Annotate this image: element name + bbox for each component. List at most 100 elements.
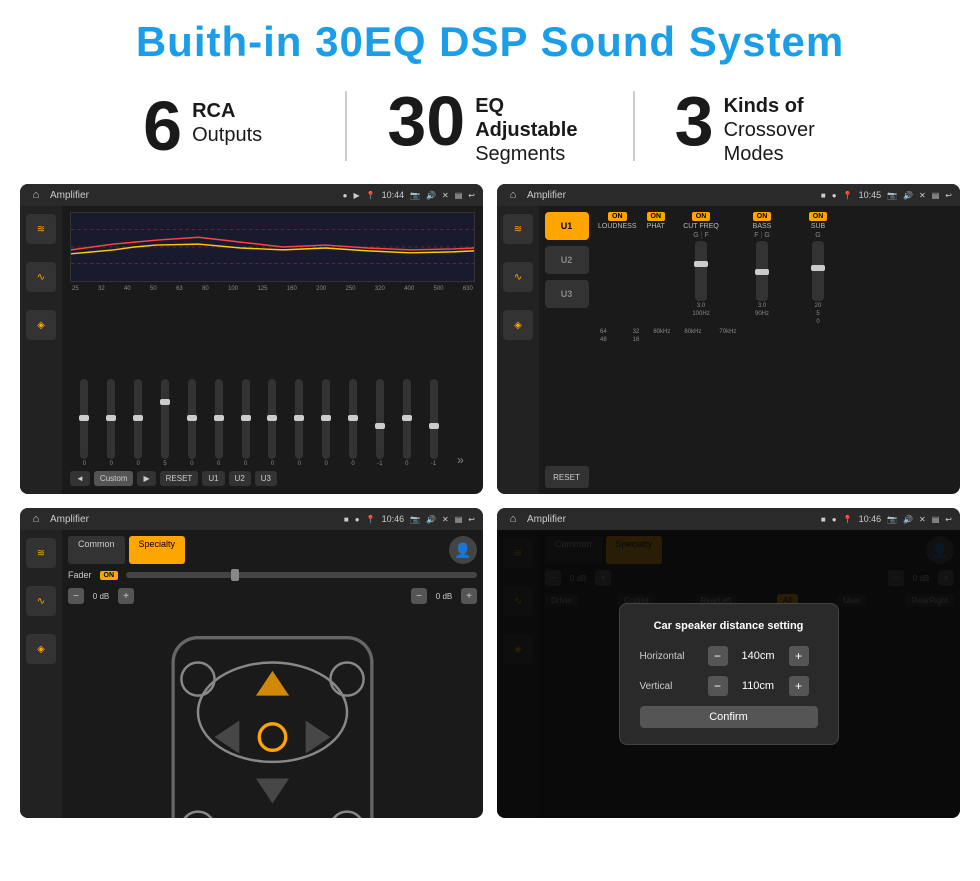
bass-slider[interactable] [756, 241, 768, 301]
speaker-side-controls: ≋ ∿ ◈ [20, 530, 62, 818]
vertical-plus-btn[interactable]: + [789, 676, 809, 696]
speaker-eq-btn2[interactable]: ≋ [26, 538, 56, 568]
speaker-main-area: Common Specialty 👤 Fader ON − 0 dB [62, 530, 483, 818]
eq-toggle-btn[interactable]: ≋ [26, 214, 56, 244]
stat-label-rca-1: RCA [192, 99, 262, 123]
home-icon-1[interactable]: ⌂ [28, 187, 44, 203]
screen4-time: 10:46 [859, 514, 882, 524]
menu-icon-1[interactable]: ▤ [455, 191, 463, 200]
eq-slider-3: 0 [126, 379, 151, 467]
speaker-expand-btn[interactable]: ◈ [26, 634, 56, 664]
db-minus-3[interactable]: − [411, 588, 427, 604]
car-layout-area: − 0 dB + − 0 dB + [68, 588, 477, 818]
tab-specialty[interactable]: Specialty [129, 536, 186, 564]
stat-eq: 30 EQ Adjustable Segments [347, 86, 632, 166]
back-icon-1[interactable]: ↩ [468, 191, 475, 200]
home-icon-3[interactable]: ⌂ [28, 511, 44, 527]
u3-preset-btn[interactable]: U3 [545, 280, 589, 308]
eq-side-controls: ≋ ∿ ◈ [20, 206, 62, 494]
custom-btn[interactable]: Custom [94, 471, 134, 486]
horizontal-minus-btn[interactable]: − [708, 646, 728, 666]
eq-graph [70, 212, 475, 282]
stat-rca: 6 RCA Outputs [60, 91, 345, 161]
eq-slider-2: 0 [99, 379, 124, 467]
pin-icon-1: 📍 [366, 191, 376, 200]
stat-number-eq: 30 [387, 86, 465, 156]
screen4-title: Amplifier [527, 514, 815, 525]
expand-btn[interactable]: » [448, 453, 473, 467]
reset-btn[interactable]: RESET [160, 471, 199, 486]
home-icon-2[interactable]: ⌂ [505, 187, 521, 203]
speaker-tabs: Common Specialty 👤 [68, 536, 477, 564]
crossover-wave-btn[interactable]: ∿ [503, 262, 533, 292]
close-icon-1[interactable]: ✕ [442, 191, 449, 200]
eq-slider-1: 0 [72, 379, 97, 467]
confirm-button[interactable]: Confirm [640, 706, 818, 728]
speaker-wave-btn2[interactable]: ∿ [26, 586, 56, 616]
fader-on-badge[interactable]: ON [100, 571, 119, 580]
bass-on-badge[interactable]: ON [753, 212, 772, 221]
vertical-minus-btn[interactable]: − [708, 676, 728, 696]
fader-label: Fader [68, 570, 92, 580]
speaker-controls-right: − 0 dB + − 0 dB + [411, 588, 477, 818]
db-value-1: 0 dB [87, 592, 115, 601]
horizontal-plus-btn[interactable]: + [789, 646, 809, 666]
home-icon-4[interactable]: ⌂ [505, 511, 521, 527]
u2-preset-btn[interactable]: U2 [545, 246, 589, 274]
eq-slider-4: 5 [153, 379, 178, 467]
loudness-on-badge[interactable]: ON [608, 212, 627, 221]
tab-common[interactable]: Common [68, 536, 125, 564]
cutfreq-on-badge[interactable]: ON [692, 212, 711, 221]
page-title: Buith-in 30EQ DSP Sound System [0, 0, 980, 76]
wave-toggle-btn[interactable]: ∿ [26, 262, 56, 292]
status-bar-3: ⌂ Amplifier ■ ● 📍 10:46 📷 🔊 ✕ ▤ ↩ [20, 508, 483, 530]
db-plus-1[interactable]: + [118, 588, 134, 604]
distance-dialog: Car speaker distance setting Horizontal … [619, 603, 839, 745]
db-minus-1[interactable]: − [68, 588, 84, 604]
screen1-content: ≋ ∿ ◈ 2 [20, 206, 483, 494]
stats-row: 6 RCA Outputs 30 EQ Adjustable Segments … [0, 76, 980, 184]
eq-sliders: 0 0 0 [70, 296, 475, 467]
crossover-reset-btn[interactable]: RESET [545, 466, 589, 488]
crossover-speaker-btn[interactable]: ◈ [503, 310, 533, 340]
u1-preset-btn[interactable]: U1 [545, 212, 589, 240]
speaker-toggle-btn[interactable]: ◈ [26, 310, 56, 340]
prev-btn[interactable]: ◄ [70, 471, 90, 486]
play-btn[interactable]: ▶ [137, 471, 155, 486]
play-icon-1: ▶ [353, 191, 359, 200]
db-plus-3[interactable]: + [461, 588, 477, 604]
crossover-channels: ON LOUDNESS ON PHAT ON CUT FREQ G|F [594, 206, 960, 494]
screen3-content: ≋ ∿ ◈ Common Specialty 👤 Fader ON [20, 530, 483, 818]
status-bar-4: ⌂ Amplifier ■ ● 📍 10:46 📷 🔊 ✕ ▤ ↩ [497, 508, 960, 530]
profile-icon[interactable]: 👤 [449, 536, 477, 564]
stat-label-crossover-2: Crossover Modes [724, 118, 880, 166]
dots-icon-1: ● [343, 191, 348, 200]
eq-slider-7: 0 [233, 379, 258, 467]
screen1-time: 10:44 [382, 190, 405, 200]
crossover-eq-btn[interactable]: ≋ [503, 214, 533, 244]
speaker-controls-left: − 0 dB + − 0 dB + [68, 588, 134, 818]
phat-on-badge[interactable]: ON [647, 212, 666, 221]
vol-icon-1[interactable]: 🔊 [426, 191, 436, 200]
eq-slider-6: 0 [206, 379, 231, 467]
stat-number-crossover: 3 [675, 86, 714, 156]
status-bar-1: ⌂ Amplifier ● ▶ 📍 10:44 📷 🔊 ✕ ▤ ↩ [20, 184, 483, 206]
cam-icon-1[interactable]: 📷 [410, 191, 420, 200]
sub-slider[interactable] [812, 241, 824, 301]
distance-dialog-overlay: Car speaker distance setting Horizontal … [497, 530, 960, 818]
vertical-value: 110cm [736, 680, 781, 692]
u2-btn[interactable]: U2 [229, 471, 251, 486]
sub-on-badge[interactable]: ON [809, 212, 828, 221]
eq-main-area: 25 32 40 50 63 80 100 125 160 200 250 32… [62, 206, 483, 494]
screen2-time: 10:45 [859, 190, 882, 200]
dialog-title: Car speaker distance setting [640, 620, 818, 632]
screen-speaker: ⌂ Amplifier ■ ● 📍 10:46 📷 🔊 ✕ ▤ ↩ ≋ ∿ ◈ … [20, 508, 483, 818]
cutfreq-slider[interactable] [695, 241, 707, 301]
db-control-1: − 0 dB + [68, 588, 134, 604]
fader-slider[interactable] [126, 572, 477, 578]
u3-btn[interactable]: U3 [255, 471, 277, 486]
eq-slider-12: -1 [367, 379, 392, 467]
u1-btn[interactable]: U1 [202, 471, 224, 486]
crossover-presets: U1 U2 U3 RESET [539, 206, 594, 494]
crossover-side-controls: ≋ ∿ ◈ [497, 206, 539, 494]
